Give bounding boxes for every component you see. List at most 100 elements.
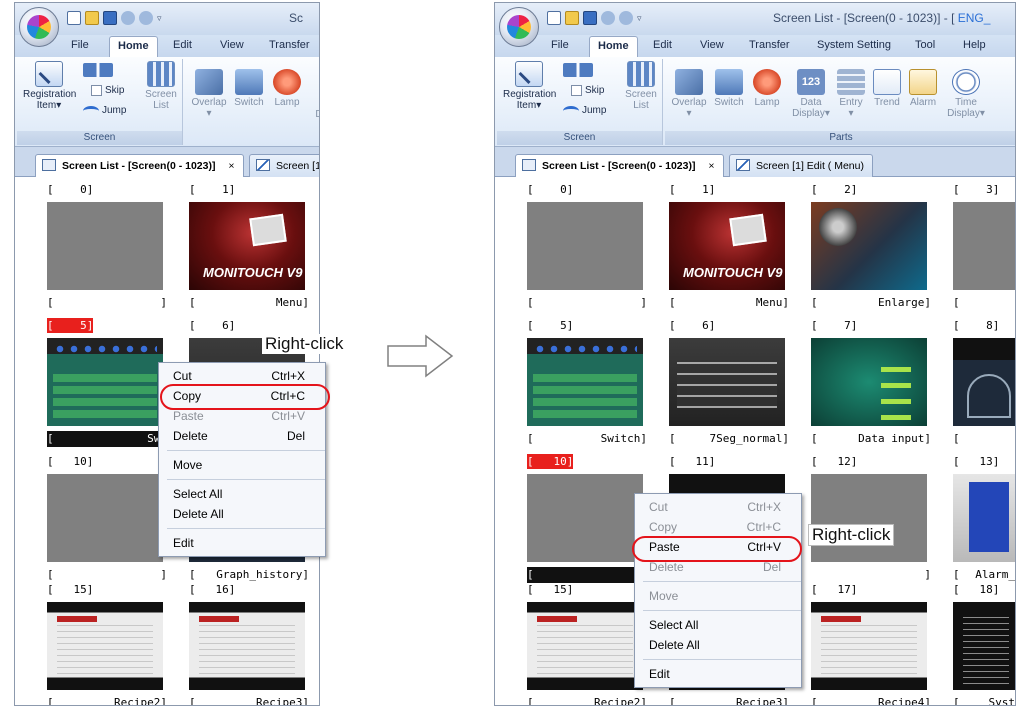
tab-tool[interactable]: Tool	[915, 39, 935, 51]
lamp-button[interactable]: Lamp	[271, 69, 303, 108]
screen-cell[interactable]: [ 15] [Recipe2]	[509, 582, 647, 705]
alarm-button[interactable]: Alarm	[907, 69, 939, 108]
skip-jump-arrows[interactable]	[563, 63, 593, 77]
time-display-button[interactable]: Time Display▾	[945, 69, 987, 119]
overlap-button[interactable]: Overlap ▾	[669, 69, 709, 119]
tab-home[interactable]: Home	[589, 36, 638, 57]
trend-button[interactable]: Trend	[871, 69, 903, 108]
menu-item-move[interactable]: Move	[635, 586, 801, 606]
menu-item-copy[interactable]: Copy Ctrl+C	[635, 517, 801, 537]
doc-tab-screen-edit[interactable]: Screen [1	[249, 154, 319, 177]
menu-item-delete-all[interactable]: Delete All	[159, 504, 325, 524]
tab-edit[interactable]: Edit	[653, 39, 672, 51]
skip-checkbox-box[interactable]	[571, 85, 582, 96]
close-tab-icon[interactable]: ×	[228, 160, 234, 172]
menu-separator	[643, 581, 801, 582]
new-file-icon[interactable]	[547, 11, 561, 25]
screen-cell[interactable]: [ 12] ]	[793, 454, 931, 584]
app-orb-icon[interactable]	[19, 7, 59, 47]
quick-access-toolbar: ▿	[67, 11, 165, 25]
tab-transfer[interactable]: Transfer	[269, 39, 310, 51]
screen-cell[interactable]: [ 3] [	[935, 182, 1015, 312]
tab-transfer[interactable]: Transfer	[749, 39, 790, 51]
skip-checkbox-box[interactable]	[91, 85, 102, 96]
screen-cell[interactable]: [ 17] [Recipe4]	[793, 582, 931, 705]
registration-item-button[interactable]: Registration Item▾	[503, 61, 556, 111]
screen-cell[interactable]: [ 15] [Recipe2]	[29, 582, 167, 705]
screen-cell[interactable]: [ 0] []	[29, 182, 167, 312]
registration-item-button[interactable]: Registration Item▾	[23, 61, 76, 111]
menu-item-cut[interactable]: Cut Ctrl+X	[159, 366, 325, 386]
skip-checkbox[interactable]: Skip	[91, 85, 124, 96]
undo-icon[interactable]	[121, 11, 135, 25]
screen-cell[interactable]: [ 5] [Switch]	[509, 318, 647, 448]
screen-cell-selected[interactable]: [ 5] [Swi	[29, 318, 167, 448]
skip-jump-arrows[interactable]	[83, 63, 113, 77]
group-label-parts-empty	[185, 131, 319, 145]
screen-cell[interactable]: [ 8] [	[935, 318, 1015, 448]
data-display-partial[interactable]: D	[313, 109, 319, 120]
screen-thumbnail	[953, 338, 1015, 426]
tab-system-setting[interactable]: System Setting	[817, 39, 891, 51]
screen-cell[interactable]: [ 2] [Enlarge]	[793, 182, 931, 312]
open-folder-icon[interactable]	[85, 11, 99, 25]
menu-item-select-all[interactable]: Select All	[635, 615, 801, 635]
screen-cell[interactable]: [ 7] [Data input]	[793, 318, 931, 448]
lamp-button[interactable]: Lamp	[751, 69, 783, 108]
menu-item-delete[interactable]: Delete Del	[159, 426, 325, 446]
close-tab-icon[interactable]: ×	[708, 160, 714, 172]
data-display-button[interactable]: 123 Data Display▾	[791, 69, 831, 119]
screen-cell[interactable]: [ 13] [Alarm_	[935, 454, 1015, 584]
redo-icon[interactable]	[139, 11, 153, 25]
tab-edit[interactable]: Edit	[173, 39, 192, 51]
screen-list-button[interactable]: Screen List	[143, 61, 179, 111]
screen-list-button[interactable]: Screen List	[623, 61, 659, 111]
screen-cell-selected[interactable]: [ 10] [	[509, 454, 647, 584]
data-display-label-1: Data	[800, 97, 822, 108]
redo-icon[interactable]	[619, 11, 633, 25]
switch-button[interactable]: Switch	[711, 69, 747, 108]
screen-cell[interactable]: [ 0] []	[509, 182, 647, 312]
doc-tab-screen-list[interactable]: Screen List - [Screen(0 - 1023)] ×	[515, 154, 724, 177]
window-title: Screen List - [Screen(0 - 1023)] - [ ENG…	[773, 11, 991, 25]
tab-file[interactable]: File	[551, 39, 569, 51]
new-file-icon[interactable]	[67, 11, 81, 25]
save-icon[interactable]	[103, 11, 117, 25]
app-orb-icon[interactable]	[499, 7, 539, 47]
customize-toolbar-icon[interactable]: ▿	[637, 11, 645, 25]
switch-button[interactable]: Switch	[231, 69, 267, 108]
screen-cell[interactable]: [ 1] MONITOUCH V9 [Menu]	[651, 182, 789, 312]
doc-tab-screen-edit[interactable]: Screen [1] Edit ( Menu)	[729, 154, 873, 177]
doc-tab-screen-list[interactable]: Screen List - [Screen(0 - 1023)] ×	[35, 154, 244, 177]
jump-button[interactable]: Jump	[83, 105, 126, 116]
skip-checkbox[interactable]: Skip	[571, 85, 604, 96]
save-icon[interactable]	[583, 11, 597, 25]
screen-number: [ 2]	[811, 183, 858, 196]
customize-toolbar-icon[interactable]: ▿	[157, 11, 165, 25]
menu-item-move[interactable]: Move	[159, 455, 325, 475]
screen-cell[interactable]: [ 10] []	[29, 454, 167, 584]
screen-number: [ 5]	[527, 319, 574, 332]
undo-icon[interactable]	[601, 11, 615, 25]
menu-item-delete-all[interactable]: Delete All	[635, 635, 801, 655]
menu-item-select-all[interactable]: Select All	[159, 484, 325, 504]
tab-view[interactable]: View	[220, 39, 244, 51]
entry-button[interactable]: Entry ▾	[835, 69, 867, 119]
menu-item-cut[interactable]: Cut Ctrl+X	[635, 497, 801, 517]
screen-thumbnail	[669, 338, 785, 426]
open-folder-icon[interactable]	[565, 11, 579, 25]
registration-item-label: Item	[516, 100, 537, 111]
screen-cell[interactable]: [ 16] [Recipe3]	[171, 582, 309, 705]
jump-button[interactable]: Jump	[563, 105, 606, 116]
tab-file[interactable]: File	[71, 39, 89, 51]
menu-item-edit[interactable]: Edit	[159, 533, 325, 553]
overlap-button[interactable]: Overlap ▾	[189, 69, 229, 119]
tab-view[interactable]: View	[700, 39, 724, 51]
tab-home[interactable]: Home	[109, 36, 158, 57]
screen-cell[interactable]: [ 1] MONITOUCH V9 [Menu]	[171, 182, 309, 312]
window-title: Sc	[289, 11, 304, 25]
screen-cell[interactable]: [ 6] [7Seg_normal]	[651, 318, 789, 448]
screen-cell[interactable]: [ 18] [Syst	[935, 582, 1015, 705]
menu-item-edit[interactable]: Edit	[635, 664, 801, 684]
tab-help[interactable]: Help	[963, 39, 986, 51]
